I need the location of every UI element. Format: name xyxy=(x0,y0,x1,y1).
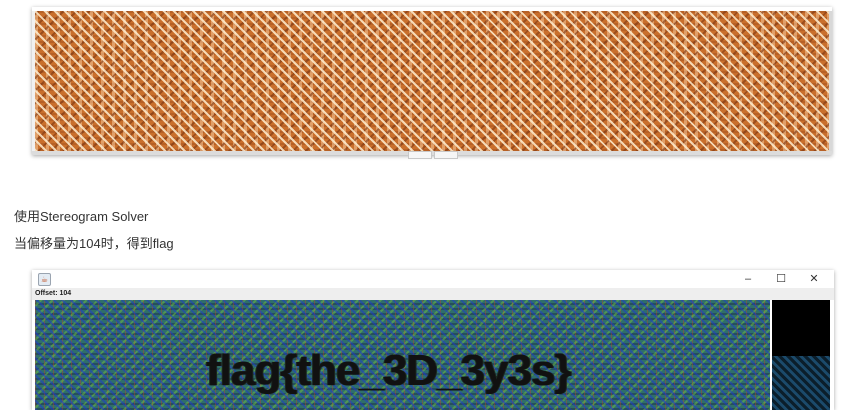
instruction-text: 使用Stereogram Solver xyxy=(14,209,149,224)
stereogram-solver-window: ☕ – ☐ ✕ Offset: 104 flag{the_3D_3y3s} xyxy=(32,270,834,410)
window-titlebar: ☕ – ☐ ✕ xyxy=(32,270,834,288)
scrollbar[interactable] xyxy=(829,11,832,151)
control-button[interactable] xyxy=(434,151,458,159)
result-text: 当偏移量为104时，得到flag xyxy=(14,236,174,251)
image-controls xyxy=(408,151,458,159)
offset-bar: Offset: 104 xyxy=(32,288,834,300)
stereogram-pattern xyxy=(35,11,829,151)
offset-label: Offset: 104 xyxy=(35,290,72,297)
control-button[interactable] xyxy=(408,151,432,159)
close-button[interactable]: ✕ xyxy=(798,270,830,288)
maximize-button[interactable]: ☐ xyxy=(765,270,797,288)
flag-text: flag{the_3D_3y3s} xyxy=(206,346,572,395)
noise-region xyxy=(772,356,830,410)
java-icon: ☕ xyxy=(38,273,51,286)
minimize-button[interactable]: – xyxy=(732,270,764,288)
blank-region xyxy=(772,300,830,356)
stereogram-image-screenshot xyxy=(32,7,832,155)
